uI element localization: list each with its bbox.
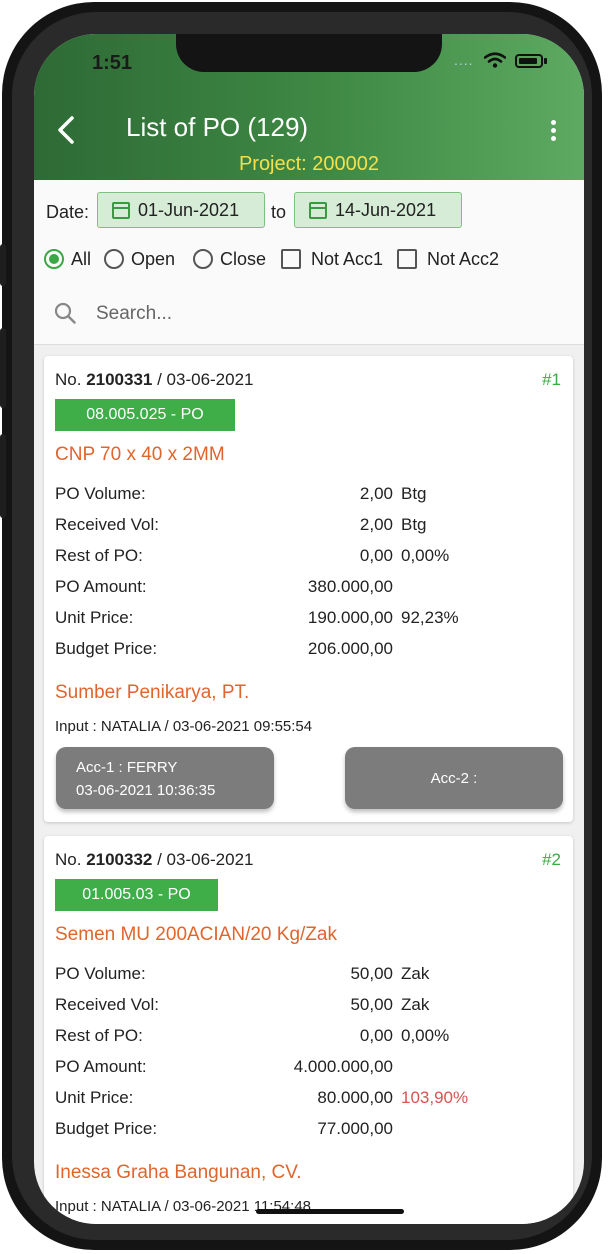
card-index: #1 — [542, 370, 561, 389]
battery-icon — [515, 54, 543, 68]
rest-of-po-row: Rest of PO: 0,00 0,00% — [55, 546, 450, 565]
date-label: Date: — [46, 202, 90, 222]
received-vol-row: Received Vol: 50,00 Zak — [55, 995, 430, 1014]
po-code-badge: 01.005.03 - PO — [55, 879, 218, 911]
po-volume-row: PO Volume: 50,00 Zak — [55, 964, 430, 983]
date-from-value: 01-Jun-2021 — [138, 199, 240, 220]
po-number: 2100332 — [86, 850, 153, 869]
filter-close-label: Close — [220, 248, 267, 269]
filter-close-radio[interactable]: Close — [193, 246, 266, 272]
calendar-icon — [112, 201, 130, 219]
page-title: List of PO (129) — [126, 112, 309, 142]
radio-unchecked-icon — [193, 249, 213, 269]
po-card[interactable]: No. 2100332 / 03-06-2021 #2 01.005.03 - … — [44, 836, 573, 1224]
app-screen: 1:51 .... List of PO (129) Project: 2000… — [34, 34, 584, 1224]
po-number-line: No. 2100331 / 03-06-2021 — [55, 370, 254, 389]
po-number: 2100331 — [86, 370, 153, 389]
search-bar[interactable] — [34, 290, 584, 336]
po-date: / 03-06-2021 — [152, 370, 254, 389]
budget-price-row: Budget Price: 206.000,00 — [55, 639, 393, 658]
radio-unchecked-icon — [104, 249, 124, 269]
po-card[interactable]: No. 2100331 / 03-06-2021 #1 08.005.025 -… — [44, 356, 573, 822]
not-acc2-label: Not Acc2 — [427, 248, 500, 269]
acc1-button[interactable]: Acc-1 : FERRY 03-06-2021 10:36:35 — [56, 747, 274, 809]
filter-open-radio[interactable]: Open — [104, 246, 175, 272]
acc2-label: Acc-2 : — [430, 770, 478, 787]
acc2-button[interactable]: Acc-2 : — [345, 747, 563, 809]
card-index: #2 — [542, 850, 561, 869]
status-time: 1:51 — [92, 52, 133, 74]
battery-tip — [544, 58, 547, 64]
po-number-line: No. 2100332 / 03-06-2021 — [55, 850, 254, 869]
supplier-name: Inessa Graha Bangunan, CV. — [55, 1162, 302, 1183]
calendar-icon — [309, 201, 327, 219]
checkbox-unchecked-icon — [397, 249, 417, 269]
date-from-button[interactable]: 01-Jun-2021 — [97, 192, 265, 228]
po-volume-row: PO Volume: 2,00 Btg — [55, 484, 427, 503]
date-to-button[interactable]: 14-Jun-2021 — [294, 192, 462, 228]
filter-open-label: Open — [131, 248, 176, 269]
acc1-timestamp: 03-06-2021 10:36:35 — [76, 782, 216, 799]
app-header: 1:51 .... List of PO (129) Project: 2000… — [34, 34, 584, 180]
po-date: / 03-06-2021 — [152, 850, 254, 869]
supplier-name: Sumber Penikarya, PT. — [55, 682, 250, 703]
volume-up-button — [0, 328, 6, 408]
not-acc1-checkbox[interactable]: Not Acc1 — [281, 246, 383, 272]
po-amount-row: PO Amount: 380.000,00 — [55, 577, 393, 596]
wifi-icon — [484, 52, 506, 68]
input-info: Input : NATALIA / 03-06-2021 09:55:54 — [55, 718, 313, 735]
to-label: to — [271, 202, 287, 222]
signal-dots-icon: .... — [454, 52, 474, 68]
not-acc2-checkbox[interactable]: Not Acc2 — [397, 246, 499, 272]
budget-price-row: Budget Price: 77.000,00 — [55, 1119, 393, 1138]
project-subtitle: Project: 200002 — [238, 153, 380, 175]
back-arrow-icon[interactable] — [52, 114, 78, 146]
unit-price-row: Unit Price: 80.000,00 103,90% — [55, 1088, 469, 1107]
filter-all-radio[interactable]: All — [44, 246, 91, 272]
checkbox-unchecked-icon — [281, 249, 301, 269]
home-indicator[interactable] — [256, 1209, 404, 1214]
search-icon — [54, 302, 76, 324]
more-vert-icon[interactable] — [546, 117, 560, 147]
silent-switch — [0, 244, 6, 286]
acc1-approver: Acc-1 : FERRY — [76, 759, 178, 776]
notch — [176, 34, 442, 72]
po-amount-row: PO Amount: 4.000.000,00 — [55, 1057, 393, 1076]
search-input[interactable] — [94, 298, 558, 330]
unit-price-row: Unit Price: 190.000,00 92,23% — [55, 608, 459, 627]
item-name: Semen MU 200ACIAN/20 Kg/Zak — [55, 924, 337, 945]
received-vol-row: Received Vol: 2,00 Btg — [55, 515, 427, 534]
po-code-badge: 08.005.025 - PO — [55, 399, 235, 431]
filter-all-label: All — [71, 248, 92, 269]
not-acc1-label: Not Acc1 — [311, 248, 384, 269]
item-name: CNP 70 x 40 x 2MM — [55, 444, 225, 465]
date-to-value: 14-Jun-2021 — [335, 199, 437, 220]
radio-checked-icon — [44, 249, 64, 269]
volume-down-button — [0, 434, 6, 518]
rest-of-po-row: Rest of PO: 0,00 0,00% — [55, 1026, 450, 1045]
filter-panel: Date: 01-Jun-2021 to 14-Jun-2021 All Ope… — [34, 180, 584, 345]
